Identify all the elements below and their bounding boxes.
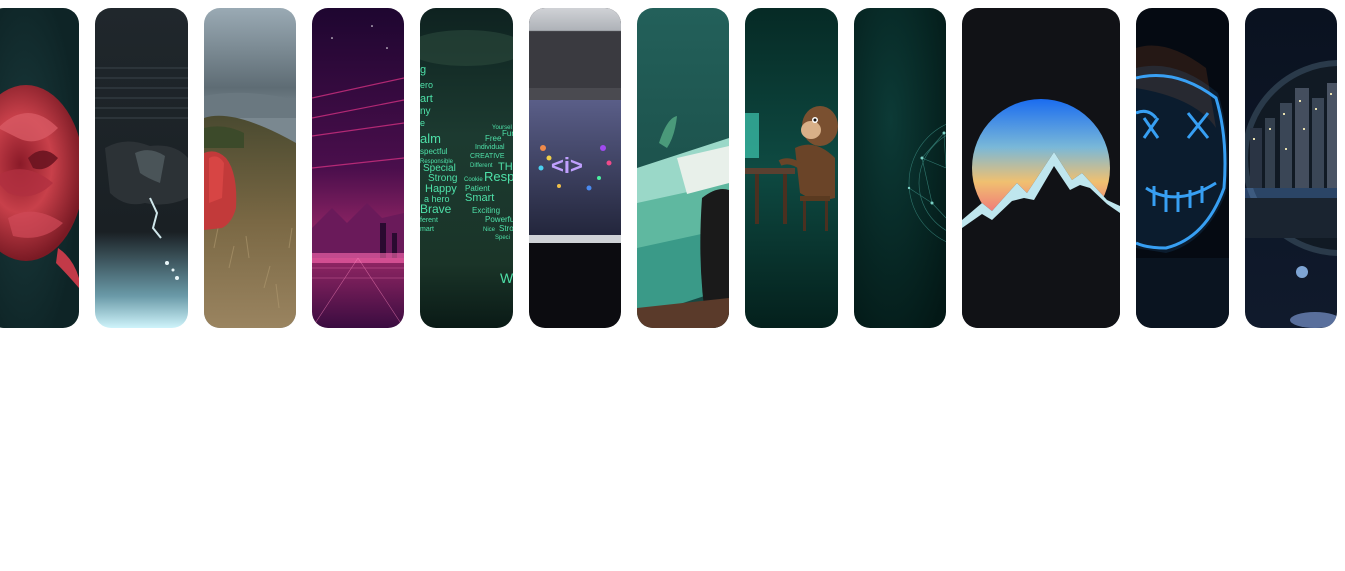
wallpaper-card-city-lens[interactable] bbox=[1245, 8, 1337, 328]
word-cloud-word: Individual bbox=[475, 144, 505, 151]
wallpaper-card-person-laptop[interactable] bbox=[637, 8, 729, 328]
word-cloud-word: alm bbox=[420, 131, 441, 146]
city-lens-image bbox=[1245, 8, 1337, 328]
word-cloud-word: Nice bbox=[483, 227, 496, 233]
wallpaper-card-hooded-figure[interactable] bbox=[95, 8, 188, 328]
word-cloud-word: Resp bbox=[484, 169, 513, 184]
word-cloud-word: mart bbox=[420, 226, 434, 233]
wallpaper-card-network[interactable] bbox=[854, 8, 946, 328]
wallpaper-gallery: g ero art ny e alm Free Fun Yoursel Indi… bbox=[0, 0, 1345, 571]
word-cloud-word: Yoursel bbox=[492, 125, 512, 131]
wallpaper-card-laptop[interactable]: <i> bbox=[529, 8, 621, 328]
network-image bbox=[854, 8, 946, 328]
wallpaper-card-monkey[interactable] bbox=[745, 8, 838, 328]
synthwave-image bbox=[312, 8, 404, 328]
person-laptop-image bbox=[637, 8, 729, 328]
wallpaper-card-hillside[interactable] bbox=[204, 8, 296, 328]
word-cloud-word: Powerful bbox=[485, 215, 513, 224]
word-cloud-word: CREATIVE bbox=[470, 153, 505, 160]
wallpaper-card-mountain-sun[interactable] bbox=[962, 8, 1120, 328]
word-cloud-word: W bbox=[500, 270, 513, 286]
word-cloud-word: ny bbox=[420, 106, 431, 117]
wallpaper-card-synthwave[interactable] bbox=[312, 8, 404, 328]
word-cloud-word: ero bbox=[420, 80, 433, 90]
wallpaper-card-neon-mask[interactable] bbox=[1136, 8, 1229, 328]
rose-image bbox=[0, 8, 79, 328]
word-cloud-word: e bbox=[420, 118, 425, 128]
word-cloud-word: art bbox=[420, 93, 433, 105]
word-cloud-word: Speci bbox=[495, 235, 510, 241]
word-cloud-image: g ero art ny e alm Free Fun Yoursel Indi… bbox=[420, 8, 513, 328]
monkey-image bbox=[745, 8, 838, 328]
wallpaper-card-rose[interactable] bbox=[0, 8, 79, 328]
word-cloud-word: Cookie bbox=[464, 177, 483, 183]
mountain-sun-image bbox=[962, 8, 1120, 328]
word-cloud-word: spectful bbox=[420, 147, 448, 156]
word-cloud-word: Free bbox=[485, 134, 502, 143]
hooded-figure-image bbox=[95, 8, 188, 328]
word-cloud-word: Brave bbox=[420, 202, 452, 216]
word-cloud-word: Smart bbox=[465, 192, 494, 204]
code-glyph: <i> bbox=[551, 153, 583, 178]
word-cloud-word: Stro bbox=[499, 224, 513, 233]
neon-mask-image bbox=[1136, 8, 1229, 328]
wallpaper-card-word-cloud[interactable]: g ero art ny e alm Free Fun Yoursel Indi… bbox=[420, 8, 513, 328]
word-cloud-word: g bbox=[420, 64, 426, 76]
word-cloud-word: Exciting bbox=[472, 206, 500, 215]
hillside-image bbox=[204, 8, 296, 328]
laptop-image: <i> bbox=[529, 8, 621, 328]
word-cloud-word: ferent bbox=[420, 217, 438, 224]
